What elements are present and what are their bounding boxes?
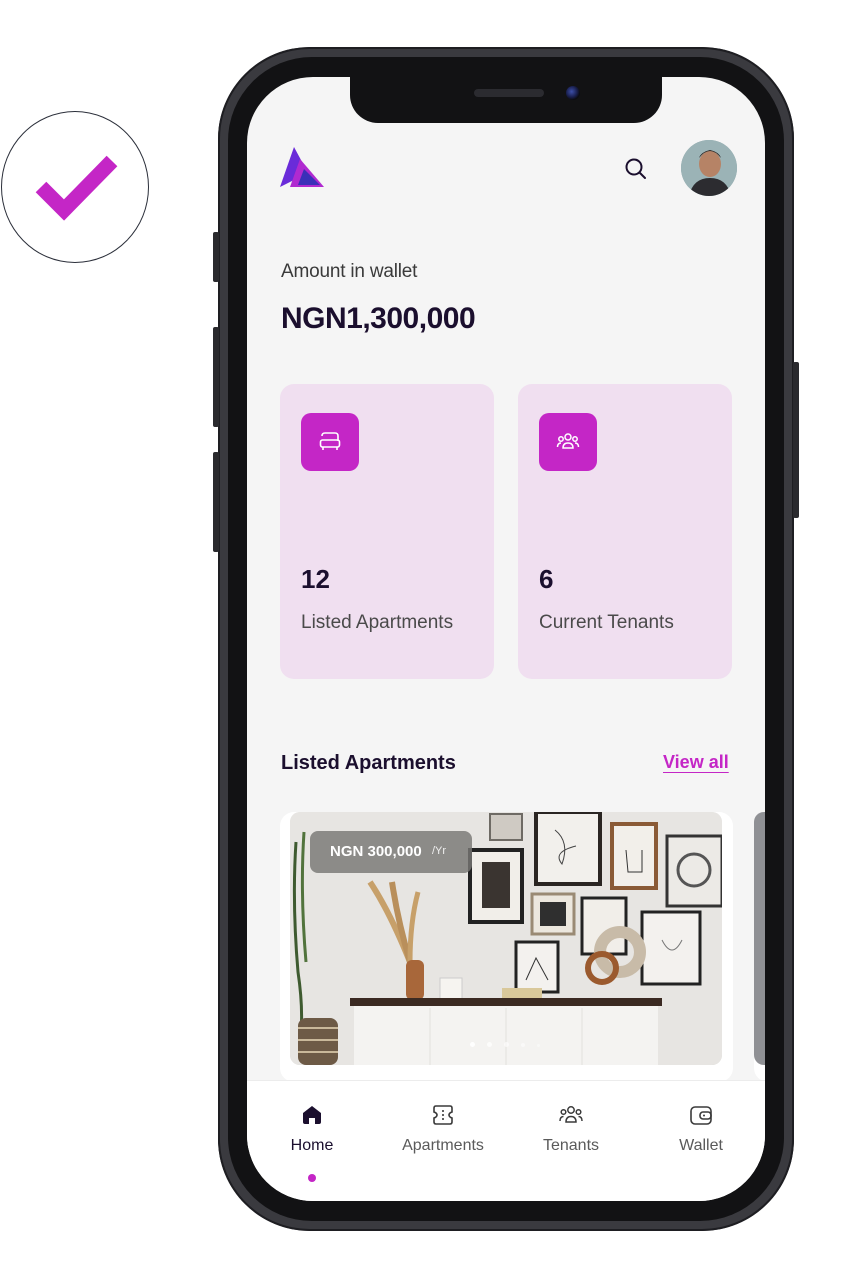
current-tenants-card[interactable]: 6 Current Tenants	[518, 384, 732, 679]
nav-apartments-label: Apartments	[402, 1137, 484, 1154]
listed-apartments-label: Listed Apartments	[301, 612, 454, 633]
nav-home[interactable]: Home	[287, 1103, 337, 1155]
current-tenants-label: Current Tenants	[539, 612, 674, 633]
avatar[interactable]	[681, 140, 737, 196]
view-all-link[interactable]: View all	[663, 752, 729, 773]
nav-tenants[interactable]: Tenants	[531, 1103, 611, 1155]
apartment-photo	[754, 812, 765, 1065]
price-badge: NGN 300,000 /Yr	[310, 831, 472, 873]
listed-apartments-card[interactable]: 12 Listed Apartments	[280, 384, 494, 679]
carousel-dot[interactable]	[537, 1044, 540, 1047]
check-icon	[35, 155, 118, 221]
notch	[350, 77, 662, 123]
nav-wallet-label: Wallet	[679, 1137, 723, 1154]
price-period: /Yr	[432, 845, 447, 857]
power-button	[793, 362, 799, 518]
nav-wallet[interactable]: Wallet	[671, 1103, 731, 1155]
carousel-dot[interactable]	[487, 1042, 492, 1047]
apartment-card-next[interactable]	[754, 812, 765, 1082]
app-screen: Amount in wallet NGN1,300,000 12 Listed …	[247, 77, 765, 1201]
carousel-dot[interactable]	[504, 1042, 509, 1047]
price-amount: NGN 300,000	[330, 843, 422, 860]
app-logo-icon	[280, 147, 324, 187]
nav-tenants-label: Tenants	[542, 1137, 600, 1154]
home-icon	[303, 1106, 321, 1124]
avatar-photo	[681, 140, 737, 196]
wallet-label: Amount in wallet	[281, 261, 418, 282]
users-icon	[539, 413, 597, 471]
apartment-card[interactable]: NGN 300,000 /Yr	[280, 812, 733, 1082]
carousel-dot[interactable]	[521, 1043, 525, 1047]
apartment-photo: NGN 300,000 /Yr	[290, 812, 722, 1065]
mute-switch	[213, 232, 219, 282]
search-icon[interactable]	[624, 157, 648, 181]
volume-up-button	[213, 327, 219, 427]
wallet-amount: NGN1,300,000	[281, 302, 476, 335]
speaker-grille	[474, 89, 544, 97]
volume-down-button	[213, 452, 219, 552]
active-indicator	[308, 1174, 316, 1182]
carousel-dots[interactable]	[470, 1034, 552, 1052]
apartment-icon	[433, 1105, 453, 1125]
nav-apartments[interactable]: Apartments	[393, 1103, 493, 1155]
nav-home-label: Home	[290, 1137, 334, 1154]
front-camera	[566, 86, 580, 100]
bed-icon	[301, 413, 359, 471]
listed-apartments-count: 12	[301, 564, 330, 594]
wallet-icon	[690, 1106, 712, 1125]
section-title: Listed Apartments	[281, 752, 456, 774]
success-check-badge	[1, 111, 149, 263]
bottom-nav: Home Apartments Tenants Wallet	[247, 1080, 765, 1201]
users-icon	[559, 1106, 583, 1123]
carousel-dot[interactable]	[470, 1042, 475, 1047]
current-tenants-count: 6	[539, 564, 554, 594]
